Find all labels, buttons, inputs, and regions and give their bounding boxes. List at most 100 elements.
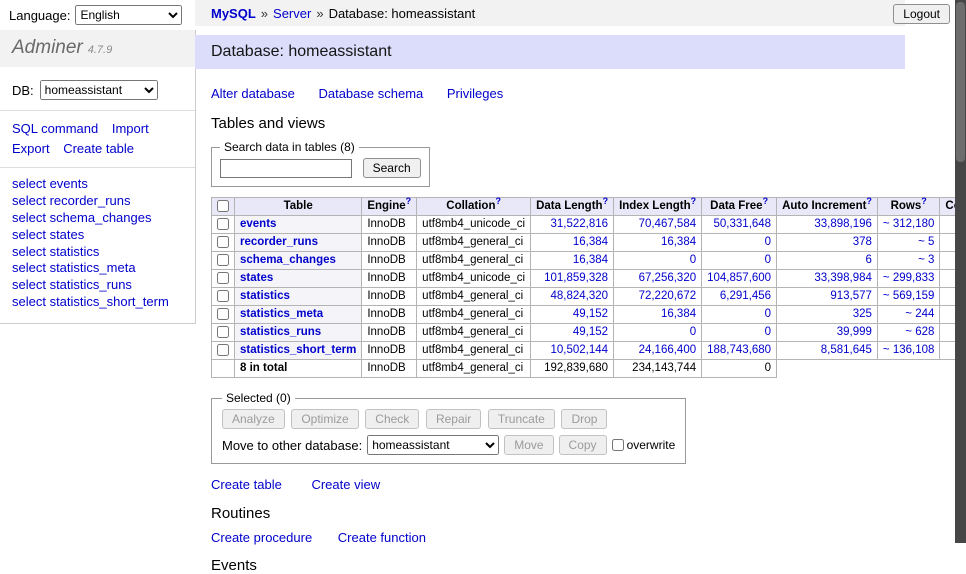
table-name-link[interactable]: schema_changes <box>240 254 336 266</box>
privileges-link[interactable]: Privileges <box>447 86 503 101</box>
index-length-link[interactable]: 0 <box>690 326 696 338</box>
repair-button: Repair <box>426 409 481 429</box>
sidebar-table-link[interactable]: select statistics_meta <box>12 260 183 277</box>
help-icon[interactable]: ? <box>921 196 927 206</box>
sidebar-table-list: select events select recorder_runs selec… <box>0 167 195 313</box>
auto-increment-link[interactable]: 6 <box>866 254 872 266</box>
row-checkbox[interactable] <box>217 344 229 356</box>
rows-count-link[interactable]: ~ 5 <box>918 236 934 248</box>
table-name-link[interactable]: statistics <box>240 290 290 302</box>
alter-database-link[interactable]: Alter database <box>211 86 295 101</box>
select-all-checkbox[interactable] <box>217 200 229 212</box>
data-length-link[interactable]: 48,824,320 <box>551 290 609 302</box>
auto-increment-link[interactable]: 8,581,645 <box>821 344 872 356</box>
data-length-link[interactable]: 16,384 <box>573 236 608 248</box>
sidebar-table-link[interactable]: select statistics_short_term <box>12 294 183 311</box>
index-length-link[interactable]: 16,384 <box>661 308 696 320</box>
sidebar-table-link[interactable]: select events <box>12 176 183 193</box>
total-data-free: 0 <box>702 360 777 378</box>
help-icon[interactable]: ? <box>406 196 412 206</box>
rows-count-link[interactable]: ~ 3 <box>918 254 934 266</box>
sidebar-table-link[interactable]: select statistics_runs <box>12 277 183 294</box>
breadcrumb-server-link[interactable]: Server <box>273 6 311 21</box>
index-length-link[interactable]: 16,384 <box>661 236 696 248</box>
help-icon[interactable]: ? <box>495 196 501 206</box>
sidebar-table-link[interactable]: select statistics <box>12 244 183 261</box>
data-length-link[interactable]: 101,859,328 <box>544 272 608 284</box>
sidebar-table-link[interactable]: select recorder_runs <box>12 193 183 210</box>
help-icon[interactable]: ? <box>866 196 872 206</box>
selected-fieldset: Selected (0) Analyze Optimize Check Repa… <box>211 391 686 464</box>
table-name-link[interactable]: recorder_runs <box>240 236 318 248</box>
auto-increment-link[interactable]: 325 <box>853 308 872 320</box>
table-name-link[interactable]: statistics_short_term <box>240 344 356 356</box>
move-db-select[interactable]: homeassistant <box>367 435 499 455</box>
help-icon[interactable]: ? <box>691 196 697 206</box>
row-checkbox[interactable] <box>217 236 229 248</box>
index-length-link[interactable]: 0 <box>690 254 696 266</box>
data-length-link[interactable]: 16,384 <box>573 254 608 266</box>
import-link[interactable]: Import <box>112 119 149 139</box>
data-free-link[interactable]: 0 <box>765 236 771 248</box>
auto-increment-link[interactable]: 33,898,196 <box>814 218 872 230</box>
help-icon[interactable]: ? <box>763 196 769 206</box>
table-name-link[interactable]: states <box>240 272 273 284</box>
search-button[interactable]: Search <box>363 158 421 178</box>
table-name-link[interactable]: statistics_runs <box>240 326 321 338</box>
index-length-link[interactable]: 70,467,584 <box>639 218 697 230</box>
index-length-link[interactable]: 24,166,400 <box>639 344 697 356</box>
db-selector-row: DB: homeassistant <box>0 67 195 110</box>
data-length-link[interactable]: 49,152 <box>573 308 608 320</box>
col-header-engine: Engine? <box>362 198 417 216</box>
row-checkbox[interactable] <box>217 290 229 302</box>
table-name-link[interactable]: statistics_meta <box>240 308 323 320</box>
vertical-scrollbar[interactable] <box>955 0 966 543</box>
data-free-link[interactable]: 6,291,456 <box>720 290 771 302</box>
create-table-link-sidebar[interactable]: Create table <box>63 139 134 159</box>
auto-increment-link[interactable]: 913,577 <box>830 290 872 302</box>
row-checkbox[interactable] <box>217 308 229 320</box>
row-checkbox[interactable] <box>217 218 229 230</box>
language-select[interactable]: English <box>75 5 182 25</box>
search-input[interactable] <box>220 159 352 178</box>
breadcrumb-driver-link[interactable]: MySQL <box>211 6 256 21</box>
export-link[interactable]: Export <box>12 139 50 159</box>
create-view-link[interactable]: Create view <box>311 477 380 492</box>
rows-count-link[interactable]: ~ 628 <box>905 326 934 338</box>
sidebar-table-link[interactable]: select schema_changes <box>12 210 183 227</box>
row-checkbox[interactable] <box>217 254 229 266</box>
data-length-link[interactable]: 31,522,816 <box>551 218 609 230</box>
data-free-link[interactable]: 0 <box>765 254 771 266</box>
row-checkbox[interactable] <box>217 326 229 338</box>
rows-count-link[interactable]: ~ 299,833 <box>883 272 934 284</box>
auto-increment-link[interactable]: 378 <box>853 236 872 248</box>
table-row: schema_changes InnoDB utf8mb4_general_ci… <box>212 252 966 270</box>
data-free-link[interactable]: 188,743,680 <box>707 344 771 356</box>
rows-count-link[interactable]: ~ 312,180 <box>883 218 934 230</box>
data-free-link[interactable]: 50,331,648 <box>714 218 772 230</box>
auto-increment-link[interactable]: 39,999 <box>837 326 872 338</box>
rows-count-link[interactable]: ~ 569,159 <box>883 290 934 302</box>
data-free-link[interactable]: 0 <box>765 308 771 320</box>
create-table-link[interactable]: Create table <box>211 477 282 492</box>
db-select[interactable]: homeassistant <box>40 80 158 100</box>
auto-increment-link[interactable]: 33,398,984 <box>814 272 872 284</box>
logout-button[interactable]: Logout <box>893 4 950 24</box>
sql-command-link[interactable]: SQL command <box>12 119 98 139</box>
data-free-link[interactable]: 104,857,600 <box>707 272 771 284</box>
collation-cell: utf8mb4_general_ci <box>417 234 531 252</box>
data-length-link[interactable]: 10,502,144 <box>551 344 609 356</box>
rows-count-link[interactable]: ~ 136,108 <box>883 344 934 356</box>
table-name-link[interactable]: events <box>240 218 276 230</box>
overwrite-checkbox[interactable] <box>612 439 624 451</box>
rows-count-link[interactable]: ~ 244 <box>905 308 934 320</box>
scrollbar-thumb[interactable] <box>956 2 965 162</box>
index-length-link[interactable]: 67,256,320 <box>639 272 697 284</box>
help-icon[interactable]: ? <box>603 196 609 206</box>
index-length-link[interactable]: 72,220,672 <box>639 290 697 302</box>
data-length-link[interactable]: 49,152 <box>573 326 608 338</box>
database-schema-link[interactable]: Database schema <box>318 86 423 101</box>
sidebar-table-link[interactable]: select states <box>12 227 183 244</box>
data-free-link[interactable]: 0 <box>765 326 771 338</box>
row-checkbox[interactable] <box>217 272 229 284</box>
